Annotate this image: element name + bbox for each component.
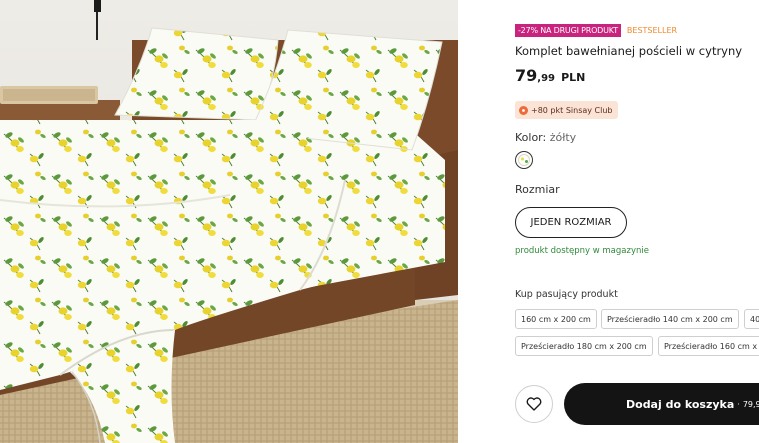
product-title: Komplet bawełnianej pościeli w cytryny (515, 44, 743, 58)
bedding-photo (0, 0, 458, 443)
size-label: Rozmiar (515, 183, 560, 196)
add-to-cart-separator: · (737, 399, 740, 409)
heart-icon (526, 397, 542, 411)
matching-chip-sheet-140[interactable]: Prześcieradło 140 cm x 200 cm (601, 309, 739, 329)
add-to-cart-price: 79,99 PLN (742, 399, 759, 409)
club-points-text: +80 pkt Sinsay Club (531, 105, 613, 115)
product-price: 79,99 PLN (515, 66, 585, 85)
bestseller-badge: BESTSELLER (626, 26, 678, 35)
matching-chip-sheet-160-cut[interactable]: Prześcieradło 160 cm x (658, 336, 759, 356)
promo-badge: -27% NA DRUGI PRODUKT (515, 24, 621, 37)
price-decimal: ,99 (537, 73, 555, 84)
badges: -27% NA DRUGI PRODUKT BESTSELLER (515, 24, 677, 37)
product-image[interactable] (0, 0, 458, 443)
sinsay-club-icon (519, 105, 528, 115)
matching-chip-sheet-180[interactable]: Prześcieradło 180 cm x 200 cm (515, 336, 653, 356)
color-row: Kolor: żółty (515, 131, 576, 144)
product-info-panel: -27% NA DRUGI PRODUKT BESTSELLER Komplet… (458, 0, 759, 443)
matching-products-label: Kup pasujący produkt (515, 289, 618, 300)
color-value: żółty (549, 131, 577, 144)
club-points-badge: +80 pkt Sinsay Club (515, 101, 618, 119)
price-currency: PLN (561, 71, 586, 84)
availability-status: produkt dostępny w magazynie (515, 246, 649, 256)
matching-chip-partial[interactable]: 40 (744, 309, 759, 329)
color-swatch-fill (518, 154, 530, 166)
price-integer: 79 (515, 66, 538, 85)
add-to-cart-button[interactable]: Dodaj do koszyka · 79,99 PLN (564, 383, 759, 425)
add-to-cart-label: Dodaj do koszyka (626, 397, 735, 411)
color-label: Kolor: (515, 131, 547, 144)
matching-chip-sheet-160[interactable]: 160 cm x 200 cm (515, 309, 597, 329)
wishlist-button[interactable] (515, 385, 553, 423)
size-button[interactable]: JEDEN ROZMIAR (515, 207, 627, 238)
color-swatch-icon[interactable] (515, 151, 533, 169)
